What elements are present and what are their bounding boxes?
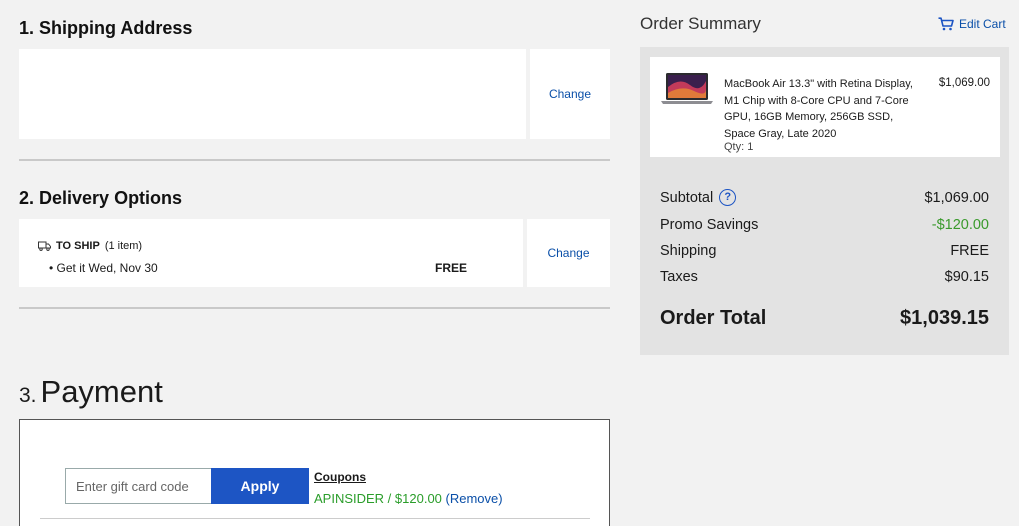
shipping-divider <box>19 159 610 161</box>
taxes-label: Taxes <box>660 269 698 285</box>
payment-title: Payment <box>40 374 163 409</box>
item-count: (1 item) <box>104 240 143 252</box>
shipping-change-link[interactable]: Change <box>549 87 591 101</box>
item-name[interactable]: MacBook Air 13.3" with Retina Display, M… <box>724 76 919 142</box>
taxes-value: $90.15 <box>944 269 989 285</box>
order-summary-title: Order Summary <box>640 14 761 33</box>
payment-divider <box>40 518 590 519</box>
remove-coupon-link[interactable]: (Remove) <box>446 491 503 506</box>
delivery-change-link[interactable]: Change <box>547 246 589 260</box>
delivery-divider <box>19 307 610 309</box>
shipping-label: Shipping <box>660 243 717 259</box>
delivery-change-box: Change <box>527 219 610 287</box>
apply-button[interactable]: Apply <box>211 468 309 504</box>
edit-cart-label: Edit Cart <box>959 17 1006 31</box>
shipping-address-heading: 1. Shipping Address <box>19 18 193 38</box>
cart-item-card: MacBook Air 13.3" with Retina Display, M… <box>650 57 1000 157</box>
shipping-address-card <box>19 49 526 139</box>
gift-card-input[interactable] <box>65 468 212 504</box>
subtotal-row: Subtotal ? $1,069.00 <box>660 189 989 206</box>
promo-label: Promo Savings <box>660 217 759 233</box>
applied-coupon: APINSIDER / $120.00 (Remove) <box>314 491 503 506</box>
payment-box: Apply Coupons APINSIDER / $120.00 (Remov… <box>19 419 610 526</box>
delivery-date-text: Get it Wed, Nov 30 <box>56 261 158 275</box>
delivery-options-heading: 2. Delivery Options <box>19 188 183 208</box>
subtotal-label: Subtotal <box>660 189 714 206</box>
order-total-label: Order Total <box>660 307 767 329</box>
delivery-date: • Get it Wed, Nov 30 <box>49 261 158 275</box>
shipping-row: Shipping FREE <box>660 243 989 259</box>
order-total-value: $1,039.15 <box>900 307 989 329</box>
to-ship-row: TO SHIP (1 item) <box>38 240 142 252</box>
shipping-value: FREE <box>950 243 989 259</box>
delivery-price: FREE <box>435 261 468 275</box>
payment-heading: 3. Payment <box>19 374 163 410</box>
coupons-label[interactable]: Coupons <box>314 470 366 484</box>
item-price: $1,069.00 <box>938 77 990 89</box>
cart-icon <box>938 17 954 31</box>
truck-icon <box>38 241 51 251</box>
promo-row: Promo Savings -$120.00 <box>660 217 989 233</box>
promo-value: -$120.00 <box>931 217 989 233</box>
item-qty: Qty: 1 <box>724 141 754 153</box>
coupon-code: APINSIDER / $120.00 <box>314 491 442 506</box>
order-summary-panel: MacBook Air 13.3" with Retina Display, M… <box>640 47 1009 355</box>
order-total-row: Order Total $1,039.15 <box>660 307 989 330</box>
subtotal-value: $1,069.00 <box>924 189 989 206</box>
help-icon[interactable]: ? <box>719 189 737 206</box>
shipping-change-box: Change <box>530 49 610 139</box>
delivery-option-card: TO SHIP (1 item) • Get it Wed, Nov 30 FR… <box>19 219 523 287</box>
to-ship-label: TO SHIP <box>56 240 100 252</box>
laptop-thumbnail <box>661 73 713 104</box>
payment-step-number: 3. <box>19 384 37 407</box>
edit-cart-link[interactable]: Edit Cart <box>938 17 1006 31</box>
taxes-row: Taxes $90.15 <box>660 269 989 285</box>
